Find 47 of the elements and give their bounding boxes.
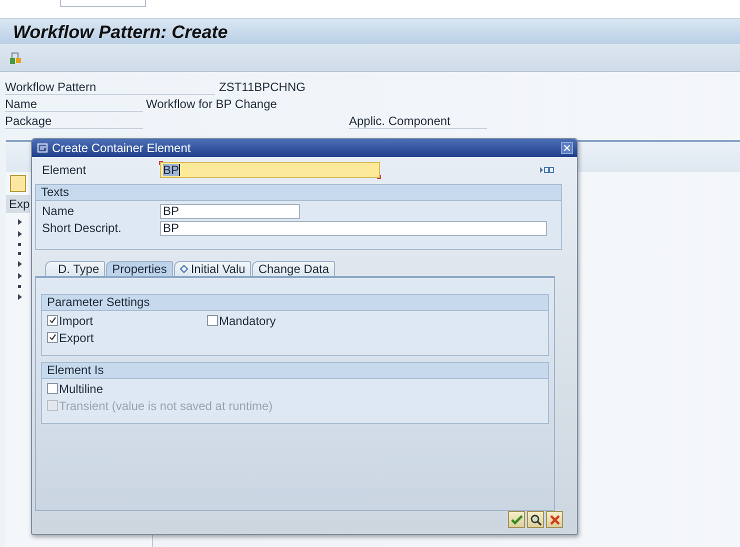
field-label: Short Descript. [42,221,122,236]
bullet-icon [18,243,21,246]
checkmark-icon [510,514,522,524]
expand-arrow-icon[interactable] [18,294,22,300]
checkbox[interactable] [207,315,218,326]
dialog-title: Create Container Element [52,141,192,156]
bullet-icon [18,252,21,255]
text-input[interactable]: BP [160,220,547,236]
tab[interactable]: Change Data [252,260,336,276]
tab[interactable]: D. Type [45,260,106,276]
magnifier-icon [530,514,542,526]
diamond-icon [180,264,188,273]
field-value: Workflow for BP Change [146,97,277,111]
bullet-icon [18,285,21,288]
group-title: Element Is [42,362,548,379]
field-label: Element [42,163,88,178]
field-label: Name [42,204,76,218]
checkbox-option[interactable]: Multiline [47,382,407,396]
field-label: Name [5,96,143,112]
checkbox-option[interactable]: Export [47,330,207,345]
close-button[interactable] [561,142,573,154]
confirm-button[interactable] [508,511,525,528]
group-title: Parameter Settings [42,294,548,311]
cancel-button[interactable] [546,511,563,528]
checkbox[interactable] [47,332,58,344]
checkbox-option[interactable]: Import [47,314,207,328]
checkbox[interactable] [47,315,58,326]
element-input[interactable]: BP [160,162,380,178]
tab[interactable]: Properties [106,260,173,276]
text-input[interactable]: BP [160,204,300,219]
field-value: ZST11BPCHNG [219,80,306,94]
window-title: Workflow Pattern: Create [0,18,740,44]
command-field[interactable] [60,0,146,7]
close-icon [564,145,570,152]
hierarchy-icon[interactable] [9,50,22,64]
field-label: Applic. Component [349,114,487,128]
field-label: Workflow Pattern [5,80,215,94]
cross-icon [550,514,560,524]
group-title: Texts [36,184,561,201]
checkbox-option[interactable]: Mandatory [207,314,407,328]
expand-icon[interactable] [540,167,554,174]
tab[interactable]: Initial Valu [174,260,252,276]
checkbox[interactable] [47,383,58,394]
field-label: Package [5,114,143,128]
dialog-icon [37,143,48,154]
inspect-button[interactable] [527,511,544,528]
column-header: Exp [6,195,30,213]
